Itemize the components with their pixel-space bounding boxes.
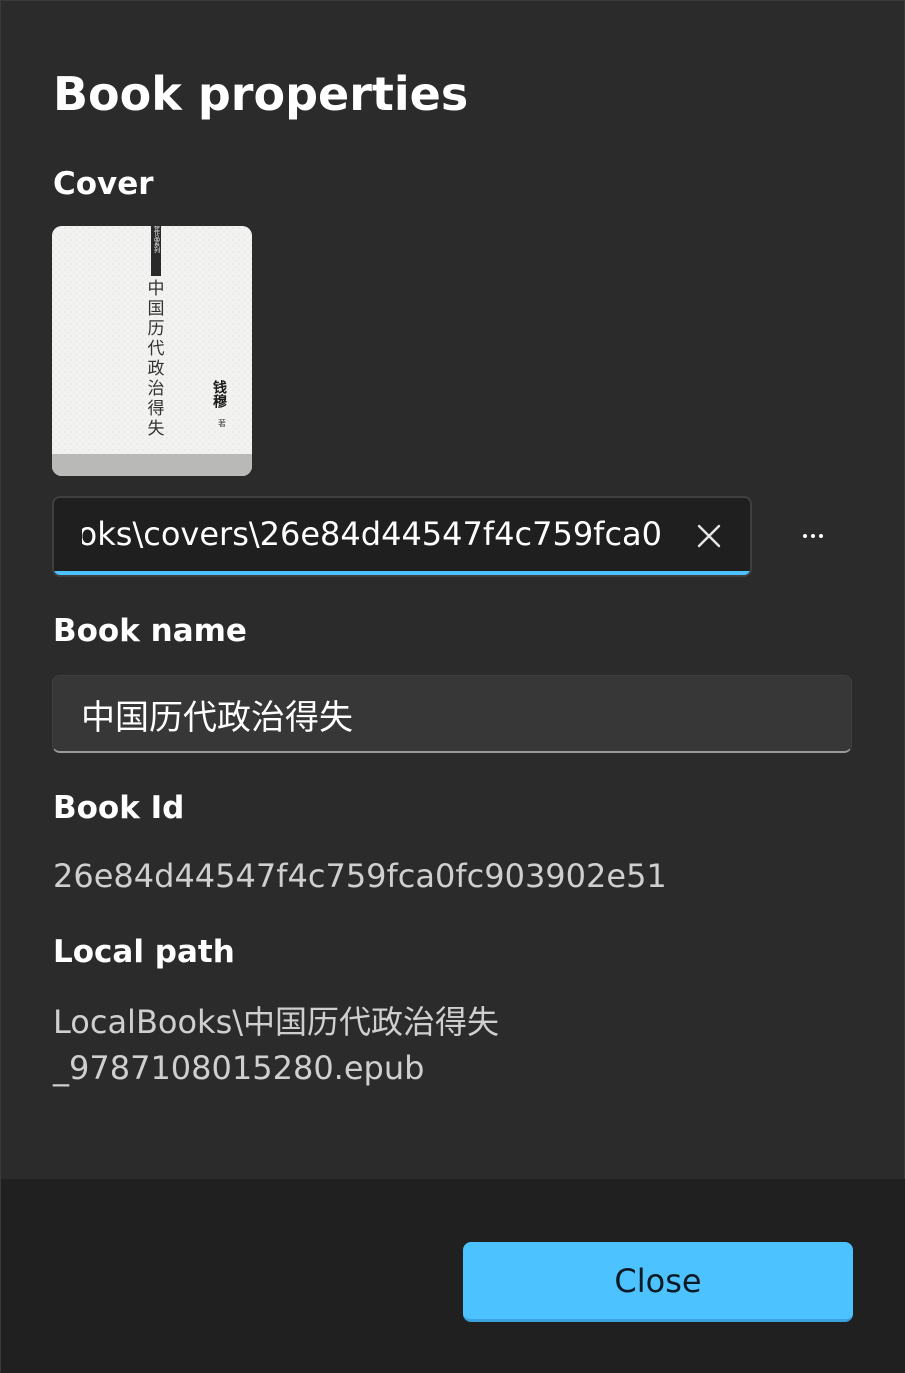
book-name-input[interactable]: 中国历代政治得失	[52, 675, 852, 753]
book-id-value: 26e84d44547f4c759fca0fc903902e51	[53, 857, 667, 895]
cover-title-char: 历	[148, 319, 165, 339]
cover-title-char: 政	[148, 359, 165, 379]
svg-text:钱穆作品系列: 钱穆作品系列	[153, 226, 160, 254]
book-properties-dialog: Book properties Cover 钱穆作品系列 中国历代政治得失 钱穆…	[0, 0, 905, 1373]
cover-path-value[interactable]: ooks\covers\26e84d44547f4c759fca0	[82, 515, 662, 553]
book-id-label: Book Id	[53, 790, 185, 826]
cover-title-char: 得	[148, 399, 165, 419]
svg-text:著: 著	[218, 418, 226, 428]
cover-series-text: 钱穆作品系列	[153, 226, 160, 254]
cover-title-char: 失	[148, 419, 165, 439]
browse-cover-button[interactable]	[773, 506, 853, 566]
clear-button[interactable]	[684, 512, 734, 560]
local-path-line-2: _9787108015280.epub	[53, 1049, 425, 1087]
cover-title-char: 国	[148, 299, 165, 319]
cover-path-input[interactable]: ooks\covers\26e84d44547f4c759fca0	[52, 496, 752, 577]
local-path-line-1: LocalBooks\中国历代政治得失	[53, 1003, 500, 1041]
cover-label: Cover	[53, 166, 154, 202]
svg-text:钱穆: 钱穆	[211, 379, 227, 409]
cover-title-char: 治	[148, 379, 165, 399]
cover-title-char: 代	[148, 339, 165, 359]
more-icon	[803, 534, 823, 538]
cover-title-char: 中	[148, 279, 165, 299]
local-path-label: Local path	[53, 934, 235, 970]
cover-image: 钱穆作品系列 中国历代政治得失 钱穆 著	[52, 226, 252, 476]
dialog-title: Book properties	[53, 67, 469, 121]
book-name-label: Book name	[53, 613, 247, 649]
close-button[interactable]: Close	[463, 1242, 853, 1322]
close-icon	[697, 524, 721, 548]
